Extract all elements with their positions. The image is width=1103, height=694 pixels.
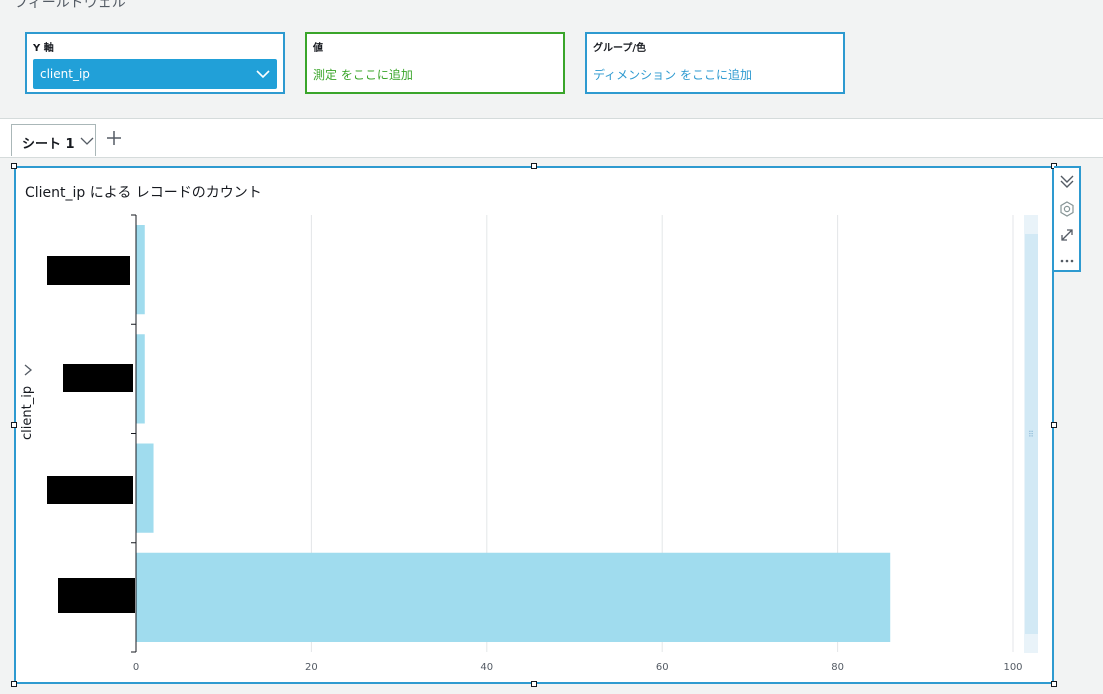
x-tick-label: 20 xyxy=(305,662,318,673)
x-tick-label: 40 xyxy=(480,662,493,673)
redacted-category-label xyxy=(63,364,133,392)
redacted-category-label xyxy=(58,578,135,613)
redacted-category-label xyxy=(47,256,130,285)
scrollbar-grip-icon[interactable]: ⠿ xyxy=(1028,430,1034,439)
bar[interactable] xyxy=(136,225,145,315)
redacted-category-label xyxy=(47,476,133,504)
x-tick-label: 80 xyxy=(831,662,844,673)
x-tick-label: 100 xyxy=(1003,662,1022,673)
bar[interactable] xyxy=(136,552,891,642)
x-tick-label: 60 xyxy=(656,662,669,673)
bar[interactable] xyxy=(136,334,145,424)
bar-chart: 0 20 40 60 80 100 xyxy=(131,214,1023,673)
x-tick-label: 0 xyxy=(133,662,139,673)
bar[interactable] xyxy=(136,443,154,533)
